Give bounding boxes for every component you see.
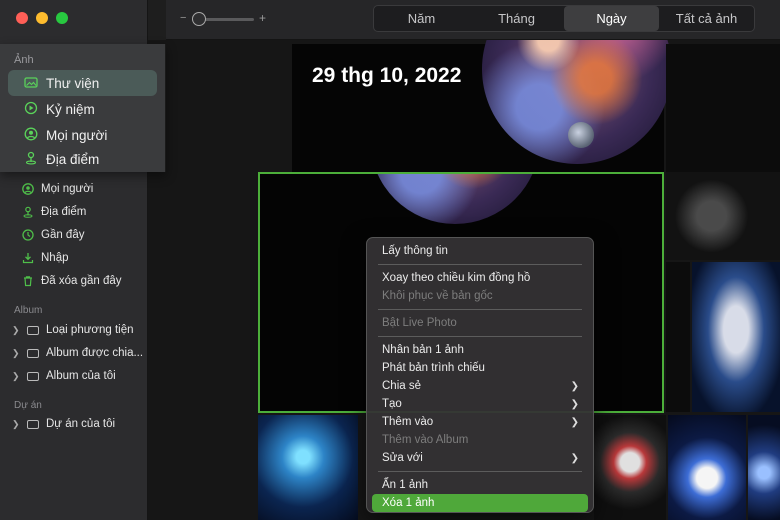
photo-thumbnail[interactable]: [258, 415, 358, 520]
sidebar-item-people[interactable]: Mọi người: [22, 178, 93, 200]
menu-item-add-to[interactable]: Thêm vào ❯: [372, 413, 588, 431]
sidebar-item-label: Mọi người: [46, 127, 108, 143]
menu-item-label: Thêm vào: [382, 416, 434, 428]
photo-thumbnail[interactable]: [668, 415, 746, 520]
chevron-right-icon[interactable]: ❯: [12, 348, 20, 359]
pin-icon: [24, 151, 38, 168]
section-label-album: Album: [14, 305, 43, 316]
menu-item-delete[interactable]: Xóa 1 ảnh: [372, 494, 588, 512]
menu-separator: [378, 471, 582, 472]
menu-separator: [378, 264, 582, 265]
sidebar-item-people[interactable]: Mọi người: [8, 122, 157, 148]
clock-icon: [22, 229, 34, 241]
minimize-window-button[interactable]: [36, 12, 48, 24]
photo-thumbnail[interactable]: [692, 262, 780, 412]
tab-all-photos[interactable]: Tất cả ảnh: [659, 6, 754, 31]
sidebar-item-label: Địa điểm: [41, 206, 87, 218]
chevron-right-icon: ❯: [570, 416, 579, 428]
project-my-projects[interactable]: ❯ Dự án của tôi: [12, 413, 115, 435]
section-label-photos: Ảnh: [14, 54, 34, 66]
album-label: Album được chia...: [46, 347, 144, 359]
menu-item-edit-with[interactable]: Sửa với ❯: [372, 449, 588, 467]
sidebar-item-library[interactable]: Thư viện: [8, 70, 157, 96]
sidebar-item-label: Nhập: [41, 252, 69, 264]
tab-years[interactable]: Năm: [374, 6, 469, 31]
chevron-right-icon[interactable]: ❯: [12, 419, 20, 430]
toolbar: − + Năm Tháng Ngày Tất cả ảnh: [166, 0, 780, 40]
menu-item-add-to-album: Thêm vào Album: [382, 434, 469, 446]
library-icon: [24, 76, 38, 91]
sidebar-item-label: Gần đây: [41, 229, 85, 241]
sidebar-item-places[interactable]: Địa điểm: [8, 148, 157, 170]
shared-folder-icon: [27, 348, 39, 358]
context-menu: Lấy thông tin Xoay theo chiều kim đồng h…: [366, 237, 594, 513]
trash-icon: [22, 275, 34, 287]
menu-item-label: Sửa với: [382, 452, 423, 464]
menu-item-get-info[interactable]: Lấy thông tin: [372, 242, 588, 260]
menu-item-duplicate[interactable]: Nhân bản 1 ảnh: [372, 341, 588, 359]
album-media-types[interactable]: ❯ Loại phương tiện: [12, 319, 134, 341]
window-controls: [16, 12, 68, 24]
sidebar-item-import[interactable]: Nhập: [22, 247, 69, 269]
photo-thumbnail[interactable]: [666, 172, 780, 260]
album-shared[interactable]: ❯ Album được chia...: [12, 342, 143, 364]
sidebar-item-places[interactable]: Địa điểm: [22, 201, 86, 223]
fullscreen-window-button[interactable]: [56, 12, 68, 24]
person-icon: [22, 183, 34, 195]
menu-item-share[interactable]: Chia sẻ ❯: [372, 377, 588, 395]
memories-icon: [24, 101, 38, 118]
album-label: Album của tôi: [46, 370, 116, 382]
menu-item-create[interactable]: Tạo ❯: [372, 395, 588, 413]
folder-icon: [27, 419, 39, 429]
photo-thumbnail[interactable]: [666, 262, 690, 412]
date-title: 29 thg 10, 2022: [312, 64, 462, 87]
menu-item-turn-on-live-photo: Bật Live Photo: [382, 317, 457, 329]
day-header-photo[interactable]: 29 thg 10, 2022: [292, 40, 672, 172]
photo-thumbnail[interactable]: [666, 44, 780, 172]
photo-thumbnail[interactable]: [594, 415, 666, 520]
import-icon: [22, 252, 34, 264]
folder-icon: [27, 325, 39, 335]
moon-image: [568, 122, 594, 148]
nebula-planet-image: [370, 174, 540, 224]
menu-item-rotate-clockwise[interactable]: Xoay theo chiều kim đồng hồ: [372, 269, 588, 287]
sidebar-item-label: Địa điểm: [46, 151, 100, 167]
tab-days[interactable]: Ngày: [564, 6, 659, 31]
person-icon: [24, 127, 38, 144]
photo-thumbnail[interactable]: [748, 415, 780, 520]
sidebar-item-label: Kỷ niệm: [46, 101, 95, 117]
menu-item-hide[interactable]: Ẩn 1 ảnh: [372, 476, 588, 494]
album-label: Loại phương tiện: [46, 324, 134, 336]
zoom-in-icon[interactable]: +: [259, 11, 266, 25]
zoom-slider-handle[interactable]: [192, 12, 206, 26]
menu-item-label: Tạo: [382, 398, 402, 410]
sidebar-item-label: Thư viện: [46, 75, 100, 91]
pin-icon: [22, 206, 34, 218]
section-label-projects: Dự án: [14, 400, 42, 411]
sidebar-item-recently-deleted[interactable]: Đã xóa gần đây: [22, 270, 122, 292]
folder-icon: [27, 371, 39, 381]
zoom-out-icon[interactable]: −: [180, 12, 186, 24]
tab-months[interactable]: Tháng: [469, 6, 564, 31]
chevron-right-icon: ❯: [570, 398, 579, 410]
menu-item-label: Chia sẻ: [382, 380, 421, 392]
view-switcher: Năm Tháng Ngày Tất cả ảnh: [373, 5, 755, 32]
sidebar-zoom-overlay: Ảnh Thư viện Kỷ niệm Mọi người Địa điểm: [0, 44, 166, 172]
chevron-right-icon: ❯: [570, 452, 579, 464]
sidebar-item-memories[interactable]: Kỷ niệm: [8, 96, 157, 122]
chevron-right-icon[interactable]: ❯: [12, 371, 20, 382]
sidebar-item-recent[interactable]: Gần đây: [22, 224, 84, 246]
menu-item-revert-to-original: Khôi phục về bản gốc: [382, 290, 493, 302]
chevron-right-icon[interactable]: ❯: [12, 325, 20, 336]
chevron-right-icon: ❯: [570, 380, 579, 392]
sidebar-item-label: Đã xóa gần đây: [41, 275, 122, 287]
project-label: Dự án của tôi: [46, 418, 116, 430]
close-window-button[interactable]: [16, 12, 28, 24]
album-my-albums[interactable]: ❯ Album của tôi: [12, 365, 116, 387]
sidebar-item-label: Mọi người: [41, 183, 94, 195]
menu-separator: [378, 309, 582, 310]
menu-separator: [378, 336, 582, 337]
menu-item-play-slideshow[interactable]: Phát bản trình chiếu: [372, 359, 588, 377]
